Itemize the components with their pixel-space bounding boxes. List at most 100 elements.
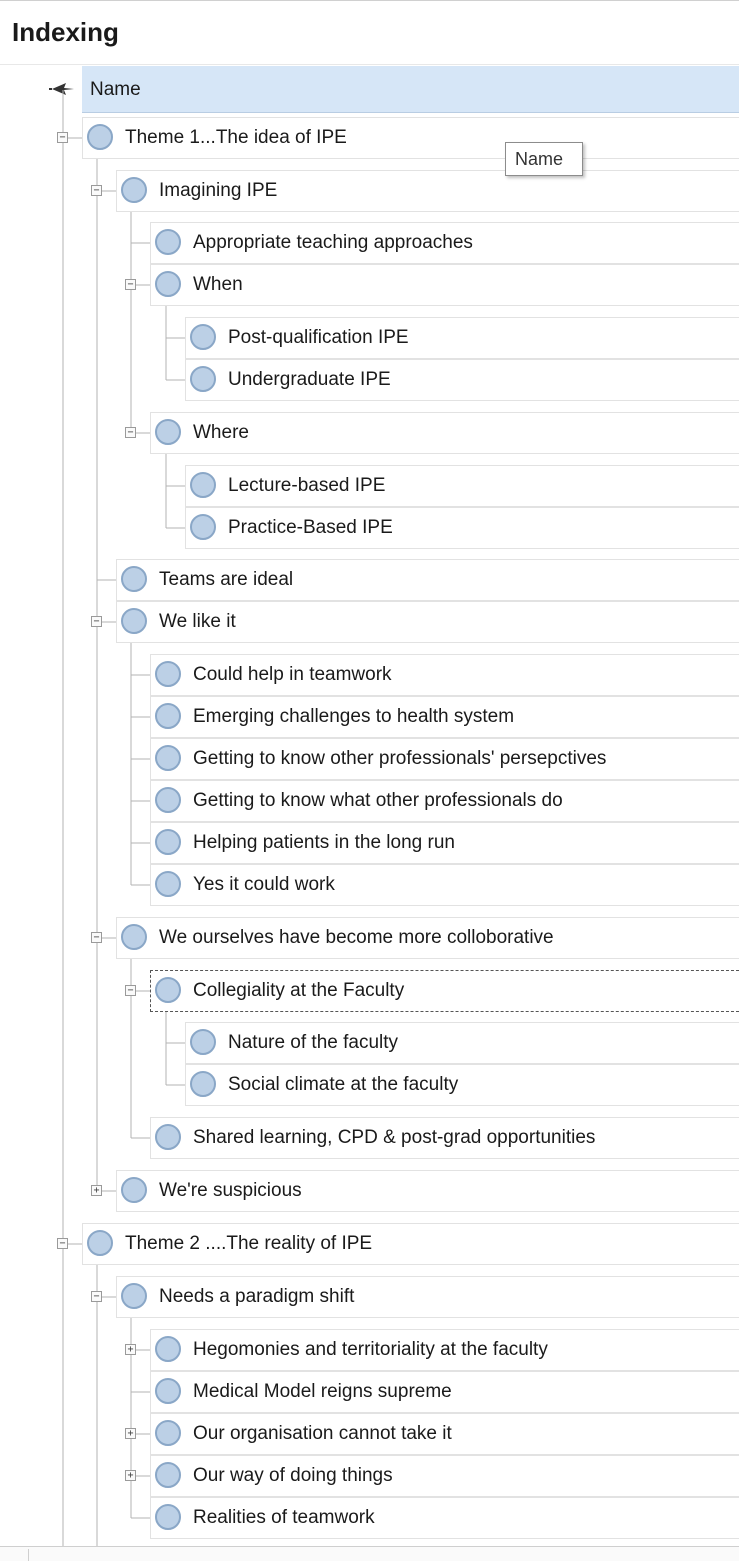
tree-node[interactable]: Teams are ideal [116, 559, 739, 601]
node-circle-icon [121, 608, 147, 634]
tree-node-label: Needs a paradigm shift [159, 1286, 355, 1307]
tree-node-label: Getting to know what other professionals… [193, 790, 563, 811]
node-tree: Theme 1...The idea of IPE − Imagining IPE −… [0, 0, 739, 1560]
node-circle-icon [87, 124, 113, 150]
node-circle-icon [155, 787, 181, 813]
node-circle-icon [190, 1071, 216, 1097]
tree-node[interactable]: Post-qualification IPE [185, 317, 739, 359]
tree-node[interactable]: Shared learning, CPD & post-grad opportu… [150, 1117, 739, 1159]
tree-node-label: We ourselves have become more colloborat… [159, 927, 554, 948]
expand-toggle-icon[interactable]: + [91, 1185, 102, 1196]
node-circle-icon [190, 514, 216, 540]
tree-node-label: Appropriate teaching approaches [193, 232, 473, 253]
tree-node[interactable]: Yes it could work [150, 864, 739, 906]
tree-node[interactable]: Practice-Based IPE [185, 507, 739, 549]
node-circle-icon [155, 745, 181, 771]
tree-node[interactable]: Getting to know what other professionals… [150, 780, 739, 822]
scrollbar-left-button[interactable] [4, 1549, 29, 1561]
tree-node[interactable]: Realities of teamwork [150, 1497, 739, 1539]
node-circle-icon [190, 324, 216, 350]
tooltip-text: Name [515, 149, 564, 169]
column-header-tooltip: Name [505, 142, 583, 176]
tree-node[interactable]: Medical Model reigns supreme [150, 1371, 739, 1413]
node-circle-icon [155, 977, 181, 1003]
tree-node-label: Medical Model reigns supreme [193, 1381, 452, 1402]
tree-node-label: Realities of teamwork [193, 1507, 375, 1528]
tree-node[interactable]: Theme 1...The idea of IPE [82, 117, 739, 159]
tree-node[interactable]: Needs a paradigm shift [116, 1276, 739, 1318]
tree-node-label: Could help in teamwork [193, 664, 392, 685]
tree-node[interactable]: We like it [116, 601, 739, 643]
tree-node-label: Lecture-based IPE [228, 475, 386, 496]
node-circle-icon [155, 229, 181, 255]
node-circle-icon [121, 1177, 147, 1203]
tree-node[interactable]: Our organisation cannot take it [150, 1413, 739, 1455]
node-circle-icon [155, 703, 181, 729]
collapse-toggle-icon[interactable]: − [125, 427, 136, 438]
tree-node[interactable]: Theme 2 ....The reality of IPE [82, 1223, 739, 1265]
collapse-toggle-icon[interactable]: − [91, 1291, 102, 1302]
expand-toggle-icon[interactable]: + [125, 1428, 136, 1439]
tree-node-label: When [193, 274, 243, 295]
expand-toggle-icon[interactable]: + [125, 1470, 136, 1481]
node-circle-icon [155, 271, 181, 297]
tree-node-label: Theme 1...The idea of IPE [125, 127, 347, 148]
tree-node-label: Imagining IPE [159, 180, 278, 201]
tree-node-label: Getting to know other professionals' per… [193, 748, 607, 769]
tree-node-label: We like it [159, 611, 236, 632]
node-circle-icon [121, 177, 147, 203]
collapse-toggle-icon[interactable]: − [125, 279, 136, 290]
tree-node[interactable]: Social climate at the faculty [185, 1064, 739, 1106]
node-circle-icon [155, 1462, 181, 1488]
tree-node[interactable]: Lecture-based IPE [185, 465, 739, 507]
tree-node[interactable]: Helping patients in the long run [150, 822, 739, 864]
node-circle-icon [155, 871, 181, 897]
collapse-toggle-icon[interactable]: − [91, 616, 102, 627]
expand-toggle-icon[interactable]: + [125, 1344, 136, 1355]
tree-node[interactable]: Emerging challenges to health system [150, 696, 739, 738]
tree-node-label: Emerging challenges to health system [193, 706, 515, 727]
node-circle-icon [87, 1230, 113, 1256]
horizontal-scrollbar[interactable] [0, 1546, 739, 1561]
tree-node[interactable]: Imagining IPE [116, 170, 739, 212]
node-circle-icon [155, 1420, 181, 1446]
tree-node[interactable]: Where [150, 412, 739, 454]
tree-node-label: Shared learning, CPD & post-grad opportu… [193, 1127, 596, 1148]
tree-node-label: Our organisation cannot take it [193, 1423, 452, 1444]
tree-node-label: Theme 2 ....The reality of IPE [125, 1233, 373, 1254]
tree-node-label: Our way of doing things [193, 1465, 393, 1486]
tree-node-label: Collegiality at the Faculty [193, 980, 405, 1001]
tree-node[interactable]: Nature of the faculty [185, 1022, 739, 1064]
tree-node-label: Nature of the faculty [228, 1032, 399, 1053]
tree-node-label: Hegomonies and territoriality at the fac… [193, 1339, 548, 1360]
tree-node[interactable]: Hegomonies and territoriality at the fac… [150, 1329, 739, 1371]
tree-node-label: Undergraduate IPE [228, 369, 391, 390]
tree-node-label: Helping patients in the long run [193, 832, 455, 853]
node-circle-icon [155, 661, 181, 687]
collapse-toggle-icon[interactable]: − [91, 932, 102, 943]
tree-node[interactable]: Our way of doing things [150, 1455, 739, 1497]
tree-node[interactable]: When [150, 264, 739, 306]
tree-node-label: Yes it could work [193, 874, 335, 895]
collapse-toggle-icon[interactable]: − [57, 132, 68, 143]
tree-node[interactable]: Getting to know other professionals' per… [150, 738, 739, 780]
node-circle-icon [121, 566, 147, 592]
tree-node-label: We're suspicious [159, 1180, 302, 1201]
tree-node-selected[interactable]: Collegiality at the Faculty [150, 970, 739, 1012]
node-circle-icon [155, 1124, 181, 1150]
tree-node-label: Social climate at the faculty [228, 1074, 459, 1095]
node-circle-icon [190, 472, 216, 498]
tree-node-label: Post-qualification IPE [228, 327, 409, 348]
collapse-toggle-icon[interactable]: − [57, 1238, 68, 1249]
tree-node[interactable]: Appropriate teaching approaches [150, 222, 739, 264]
collapse-toggle-icon[interactable]: − [125, 985, 136, 996]
collapse-toggle-icon[interactable]: − [91, 185, 102, 196]
tree-node[interactable]: We ourselves have become more colloborat… [116, 917, 739, 959]
tree-node[interactable]: Could help in teamwork [150, 654, 739, 696]
node-circle-icon [155, 419, 181, 445]
node-circle-icon [155, 1504, 181, 1530]
node-circle-icon [121, 1283, 147, 1309]
tree-node-label: Practice-Based IPE [228, 517, 393, 538]
tree-node[interactable]: We're suspicious [116, 1170, 739, 1212]
tree-node[interactable]: Undergraduate IPE [185, 359, 739, 401]
